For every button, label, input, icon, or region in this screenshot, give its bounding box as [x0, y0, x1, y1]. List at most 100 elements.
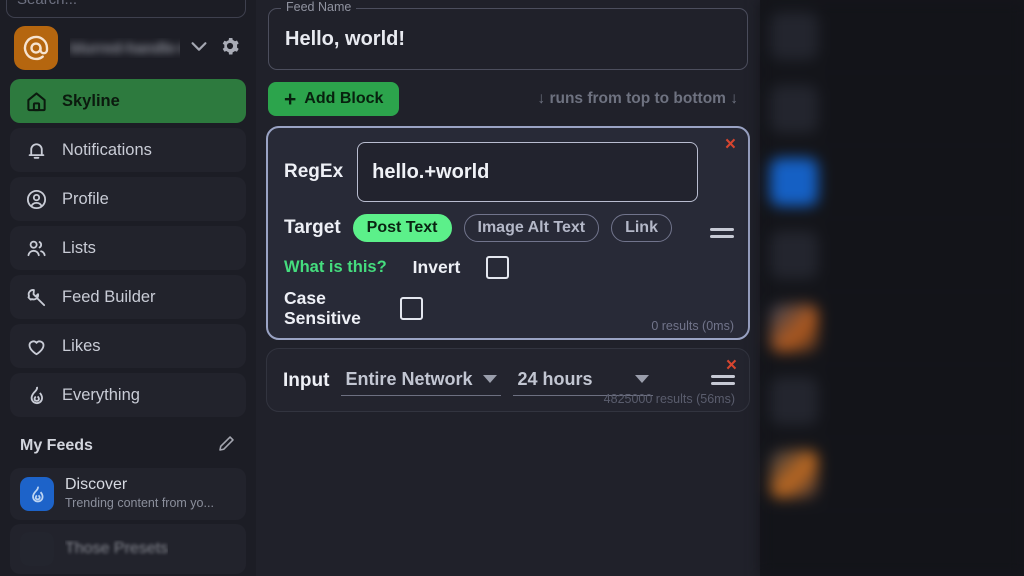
case-sensitive-label: Case Sensitive — [284, 288, 380, 328]
avatar — [770, 304, 818, 352]
target-row: Target Post Text Image Alt Text Link — [284, 214, 732, 242]
pencil-icon[interactable] — [217, 434, 236, 458]
account-switcher[interactable]: blurred-handle-text — [8, 22, 248, 74]
sidebar-item-label: Profile — [62, 189, 109, 208]
account-handle: blurred-handle-text — [70, 40, 180, 57]
app-root: Search... blurred-handle-text — [0, 0, 1024, 576]
gear-icon[interactable] — [218, 34, 242, 63]
source-select-value: Entire Network — [345, 368, 473, 389]
sidebar-item-label: Everything — [62, 385, 140, 404]
list-item[interactable]: Those Presets — [10, 524, 246, 575]
invert-checkbox[interactable] — [486, 256, 510, 279]
avatar — [770, 158, 818, 206]
drag-handle-icon[interactable] — [710, 228, 734, 239]
sidebar-item-profile[interactable]: Profile — [10, 177, 246, 221]
regex-results-note: 0 results (0ms) — [651, 319, 734, 334]
people-icon — [24, 236, 48, 260]
feed-name-field[interactable]: Feed Name Hello, world! — [268, 0, 748, 70]
sidebar-item-label: Skyline — [62, 91, 120, 110]
target-option-link[interactable]: Link — [611, 214, 672, 242]
flame-icon — [20, 477, 54, 512]
case-line-2: Sensitive — [284, 307, 361, 328]
add-block-button[interactable]: + Add Block — [268, 82, 400, 116]
sidebar-item-likes[interactable]: Likes — [10, 324, 246, 368]
post-body — [828, 85, 1014, 133]
sidebar-item-notifications[interactable]: Notifications — [10, 128, 246, 172]
builder-actions: + Add Block ↓ runs from top to bottom ↓ — [268, 82, 748, 116]
search-input[interactable]: Search... — [6, 0, 246, 18]
input-block[interactable]: × Input Entire Network 24 hours 4825000 … — [266, 348, 750, 413]
target-label: Target — [284, 217, 341, 238]
sidebar: Search... blurred-handle-text — [0, 0, 256, 576]
list-item-text: Discover Trending content from yo... — [65, 476, 236, 512]
post-body — [828, 304, 1014, 352]
feed-post — [760, 438, 1024, 511]
heart-icon — [24, 334, 48, 358]
feed-preview-panel — [760, 0, 1024, 576]
feed-builder-panel: Feed Name Hello, world! + Add Block ↓ ru… — [256, 0, 760, 576]
sidebar-item-label: Feed Builder — [62, 287, 156, 306]
regex-label: RegEx — [284, 161, 344, 182]
close-icon[interactable]: × — [725, 135, 736, 154]
bell-icon — [24, 138, 48, 162]
post-body — [828, 158, 1014, 206]
plus-icon: + — [284, 87, 297, 111]
source-select[interactable]: Entire Network — [341, 367, 502, 396]
target-option-image-alt-text[interactable]: Image Alt Text — [463, 214, 600, 242]
sidebar-item-feed-builder[interactable]: Feed Builder — [10, 275, 246, 319]
home-icon — [24, 89, 48, 113]
list-item-text: Those Presets — [65, 540, 168, 558]
input-results-note: 4825000 results (56ms) — [603, 392, 735, 407]
avatar — [770, 231, 818, 279]
add-block-label: Add Block — [304, 90, 384, 107]
sidebar-item-everything[interactable]: Everything — [10, 373, 246, 417]
person-circle-icon — [24, 187, 48, 211]
close-icon[interactable]: × — [726, 356, 737, 375]
chevron-down-icon — [483, 375, 498, 384]
sidebar-item-label: Notifications — [62, 140, 152, 159]
feed-post — [760, 292, 1024, 365]
feed-name-legend: Feed Name — [281, 0, 357, 14]
sidebar-item-label: Likes — [62, 336, 101, 355]
case-sensitive-checkbox[interactable] — [400, 297, 423, 321]
regex-block[interactable]: × RegEx hello.+world Target Post Text Im… — [266, 126, 750, 341]
feed-post — [760, 219, 1024, 292]
sidebar-item-label: Lists — [62, 238, 96, 257]
avatar — [770, 450, 818, 498]
feed-name: Discover — [65, 476, 128, 493]
chevron-down-icon — [635, 375, 650, 384]
options-row: What is this? Invert — [284, 256, 732, 279]
wrench-icon — [24, 285, 48, 309]
regex-input[interactable]: hello.+world — [357, 142, 698, 202]
avatar — [770, 377, 818, 425]
feed-description: Trending content from yo... — [65, 496, 214, 511]
what-is-this-link[interactable]: What is this? — [284, 258, 387, 277]
feed-name-value: Hello, world! — [285, 27, 405, 50]
chevron-down-icon[interactable] — [188, 35, 210, 62]
sidebar-item-skyline[interactable]: Skyline — [10, 79, 246, 123]
feed-icon — [20, 532, 54, 567]
my-feeds-title: My Feeds — [20, 437, 93, 454]
avatar — [770, 12, 818, 60]
target-option-post-text[interactable]: Post Text — [352, 214, 452, 242]
sidebar-item-lists[interactable]: Lists — [10, 226, 246, 270]
flame-icon — [24, 383, 48, 407]
feed-post — [760, 73, 1024, 146]
avatar[interactable] — [14, 26, 58, 70]
my-feeds-header: My Feeds — [8, 422, 248, 464]
list-item[interactable]: Discover Trending content from yo... — [10, 468, 246, 521]
timerange-select-value: 24 hours — [517, 368, 593, 389]
regex-row: RegEx hello.+world — [284, 142, 732, 202]
feed-post — [760, 0, 1024, 73]
runs-order-note: ↓ runs from top to bottom ↓ — [537, 90, 738, 107]
post-body — [828, 450, 1014, 498]
post-body — [828, 231, 1014, 279]
post-body — [828, 12, 1014, 60]
input-label: Input — [283, 370, 330, 392]
gear-glyph — [222, 37, 239, 54]
feed-post — [760, 146, 1024, 219]
post-body — [828, 377, 1014, 425]
case-line-1: Case — [284, 288, 326, 308]
invert-label: Invert — [412, 257, 461, 277]
drag-handle-icon[interactable] — [711, 375, 735, 386]
